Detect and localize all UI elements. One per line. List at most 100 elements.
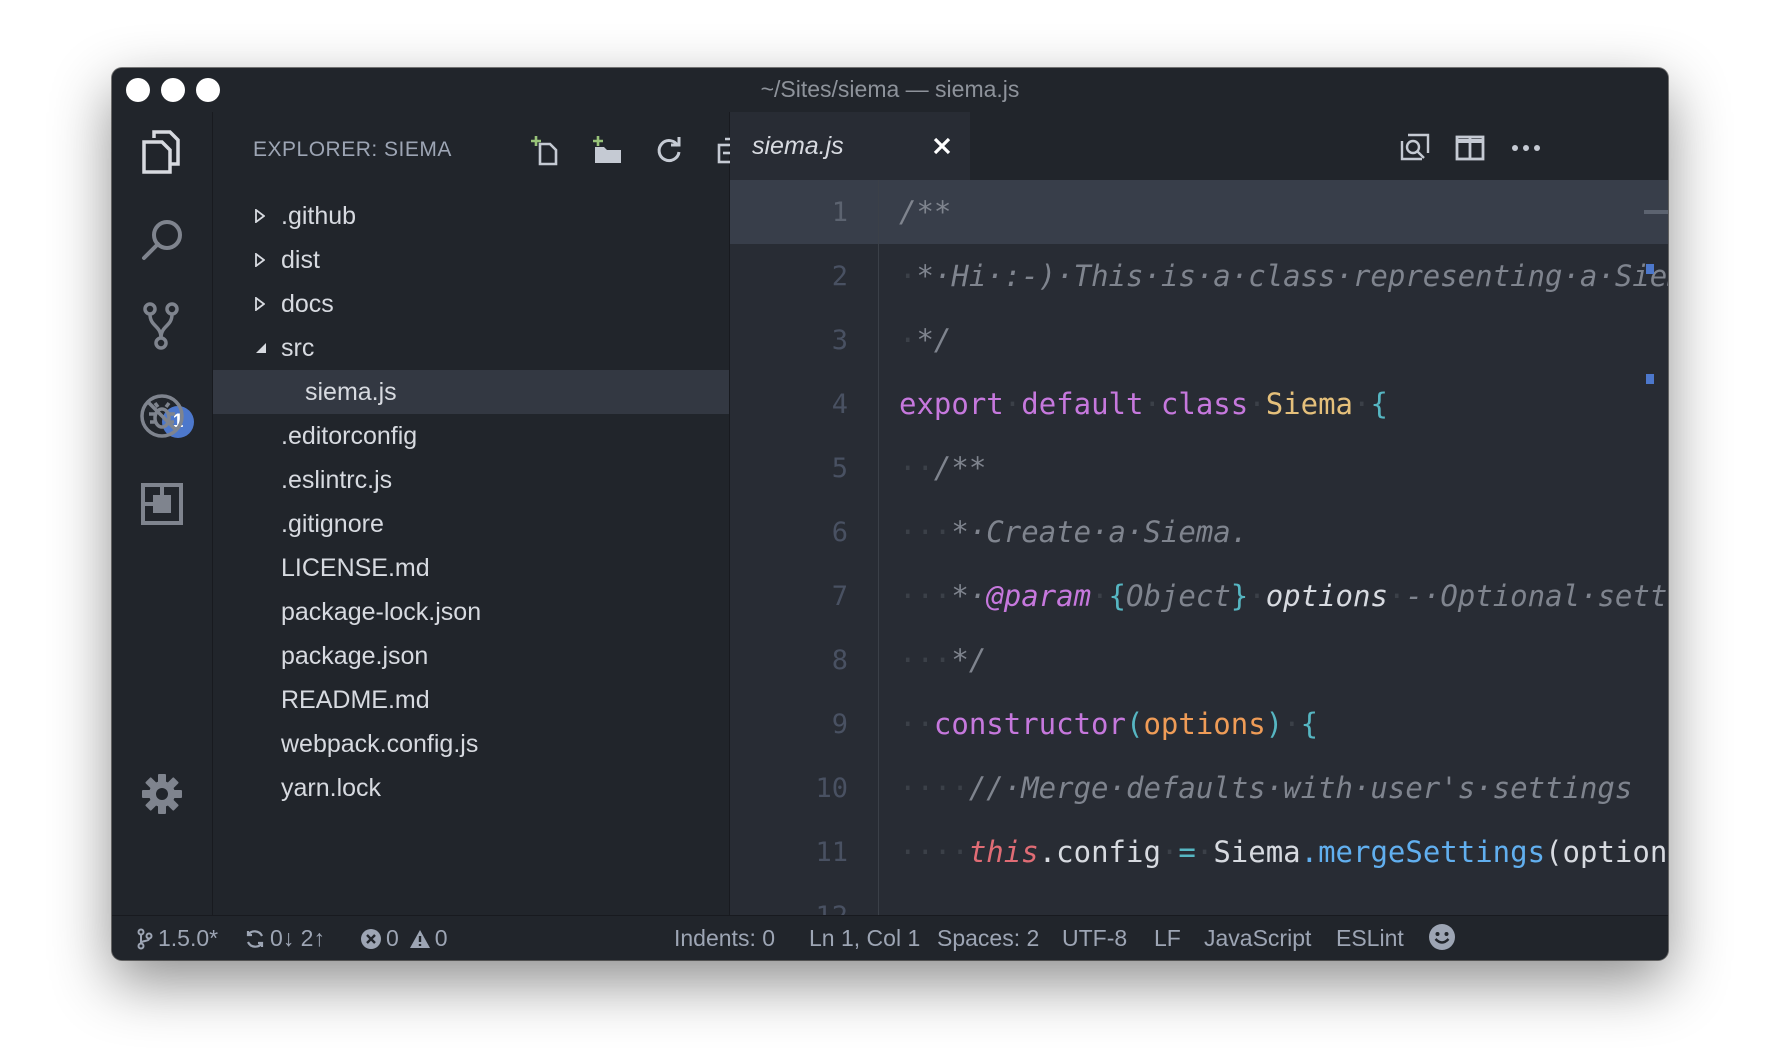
source-control-icon[interactable] [134, 298, 190, 354]
status-linter[interactable]: ESLint [1336, 925, 1404, 952]
close-icon[interactable] [926, 130, 958, 162]
tree-item-label: .eslintrc.js [281, 466, 393, 494]
tree-file-yarn-lock[interactable]: yarn.lock [213, 766, 729, 810]
search-icon[interactable] [134, 212, 190, 268]
code-view[interactable]: 1/** 2 ·*·Hi·:-)·This·is·a·class·represent… [730, 180, 1668, 916]
feedback-smiley-icon[interactable] [1428, 923, 1460, 951]
split-editor-icon[interactable] [1450, 128, 1490, 168]
code-text: ··constructor(options)·{ [899, 707, 1318, 741]
code-line[interactable]: 7 ···*·@param·{Object}·options·-·Optional… [730, 564, 1668, 628]
code-token: *·Hi·:-)·This·is·a·class·representing·a·… [916, 259, 1668, 293]
code-line[interactable]: 8 ···*/ [730, 628, 1668, 692]
code-token: default [1021, 387, 1144, 421]
tree-item-label: .github [281, 202, 357, 230]
line-number: 10 [815, 773, 848, 804]
code-token: ( [1125, 707, 1144, 741]
warning-count: 0 [434, 925, 448, 951]
code-text: ··/** [899, 451, 986, 485]
code-token: .config [1038, 835, 1161, 869]
scrollbar-thumb[interactable] [1644, 210, 1668, 214]
code-line[interactable]: 6 ···*·Create·a·Siema. [730, 500, 1668, 564]
tree-item-label: webpack.config.js [281, 730, 479, 758]
tree-folder-docs[interactable]: docs [213, 282, 729, 326]
code-line[interactable]: 4 export·default·class·Siema·{ [730, 372, 1668, 436]
code-token: ··· [899, 579, 952, 613]
open-preview-icon[interactable] [1394, 128, 1434, 168]
code-line[interactable]: 2 ·*·Hi·:-)·This·is·a·class·representing·… [730, 244, 1668, 308]
tree-file-license[interactable]: LICENSE.md [213, 546, 729, 590]
line-number: 8 [831, 645, 848, 676]
tree-item-label: yarn.lock [281, 774, 382, 802]
tree-file-siema-js[interactable]: siema.js [213, 370, 729, 414]
code-text: ···*·@param·{Object}·options·-·Optional·… [899, 579, 1668, 613]
tree-file-readme[interactable]: README.md [213, 678, 729, 722]
code-token: ·· [899, 707, 934, 741]
code-line[interactable]: 3 ·*/ [730, 308, 1668, 372]
tree-file-eslintrc[interactable]: .eslintrc.js [213, 458, 729, 502]
code-token: } [1230, 579, 1249, 613]
code-token: ·· [899, 451, 934, 485]
status-cursor-position[interactable]: Ln 1, Col 1 [809, 925, 920, 952]
code-text: ····this.config·=·Siema.mergeSettings(op… [899, 835, 1668, 869]
status-indents[interactable]: Indents: 0 [674, 925, 775, 952]
chevron-right-icon [255, 282, 269, 326]
indent-guide [878, 180, 879, 916]
tree-item-label: .editorconfig [281, 422, 418, 450]
code-token: /** [933, 451, 987, 485]
code-line[interactable]: 12 [730, 884, 1668, 916]
tree-folder-dist[interactable]: dist [213, 238, 729, 282]
line-number: 2 [831, 261, 848, 292]
title-bar: ~/Sites/siema — siema.js [112, 68, 1668, 112]
code-line[interactable]: 5 ··/** [730, 436, 1668, 500]
problems-indicator[interactable]: 0 0 [360, 925, 448, 952]
new-file-icon[interactable] [525, 130, 565, 170]
extensions-icon[interactable] [134, 476, 190, 532]
status-bar: 1.5.0* 0↓ 2↑ 0 0 Indents: 0 Ln 1, Col 1 … [112, 915, 1668, 960]
tree-folder-github[interactable]: .github [213, 194, 729, 238]
code-token: ··· [899, 643, 952, 677]
code-line[interactable]: 9 ··constructor(options)·{ [730, 692, 1668, 756]
code-text: ·*·Hi·:-)·This·is·a·class·representing·a… [899, 259, 1668, 293]
code-token: this [968, 835, 1039, 869]
tree-file-gitignore[interactable]: .gitignore [213, 502, 729, 546]
status-encoding[interactable]: UTF-8 [1062, 925, 1127, 952]
tree-file-package-json[interactable]: package.json [213, 634, 729, 678]
files-icon[interactable] [134, 124, 190, 180]
new-folder-icon[interactable] [587, 130, 627, 170]
code-line[interactable]: 1 /** [730, 180, 1668, 244]
code-token: = [1178, 835, 1196, 869]
status-eol[interactable]: LF [1154, 925, 1181, 952]
code-token: Object [1126, 579, 1231, 613]
activity-bar: 1 [112, 112, 213, 916]
git-sync[interactable]: 0↓ 2↑ [244, 925, 325, 952]
refresh-icon[interactable] [649, 130, 689, 170]
code-token: */ [951, 643, 987, 677]
tree-item-label: package-lock.json [281, 598, 482, 626]
code-token: */ [916, 323, 952, 357]
line-number: 3 [831, 325, 848, 356]
tree-folder-src[interactable]: src [213, 326, 729, 370]
code-line[interactable]: 11 ····this.config·=·Siema.mergeSettings(… [730, 820, 1668, 884]
status-spaces[interactable]: Spaces: 2 [937, 925, 1039, 952]
line-number: 1 [831, 197, 848, 228]
tree-file-editorconfig[interactable]: .editorconfig [213, 414, 729, 458]
tree-file-webpack-config[interactable]: webpack.config.js [213, 722, 729, 766]
code-token: Siema [1213, 835, 1301, 869]
code-token: · [1283, 707, 1301, 741]
code-token: //·Merge·defaults·with·user's·settings [968, 771, 1633, 805]
code-text: ···*·Create·a·Siema. [899, 515, 1248, 549]
settings-gear-icon[interactable] [134, 766, 190, 822]
debug-icon[interactable] [134, 388, 190, 444]
tree-item-label: package.json [281, 642, 429, 670]
git-branch[interactable]: 1.5.0* [136, 925, 218, 952]
code-token: ··· [899, 515, 952, 549]
error-count: 0 [386, 925, 399, 951]
tab-siema-js[interactable]: siema.js [730, 112, 970, 180]
code-token: · [1248, 579, 1266, 613]
status-language[interactable]: JavaScript [1204, 925, 1311, 952]
tree-file-package-lock[interactable]: package-lock.json [213, 590, 729, 634]
overview-ruler-mark [1646, 374, 1654, 384]
code-line[interactable]: 10 ····//·Merge·defaults·with·user's·sett… [730, 756, 1668, 820]
code-token: @param [986, 579, 1092, 613]
more-actions-icon[interactable] [1506, 128, 1546, 168]
